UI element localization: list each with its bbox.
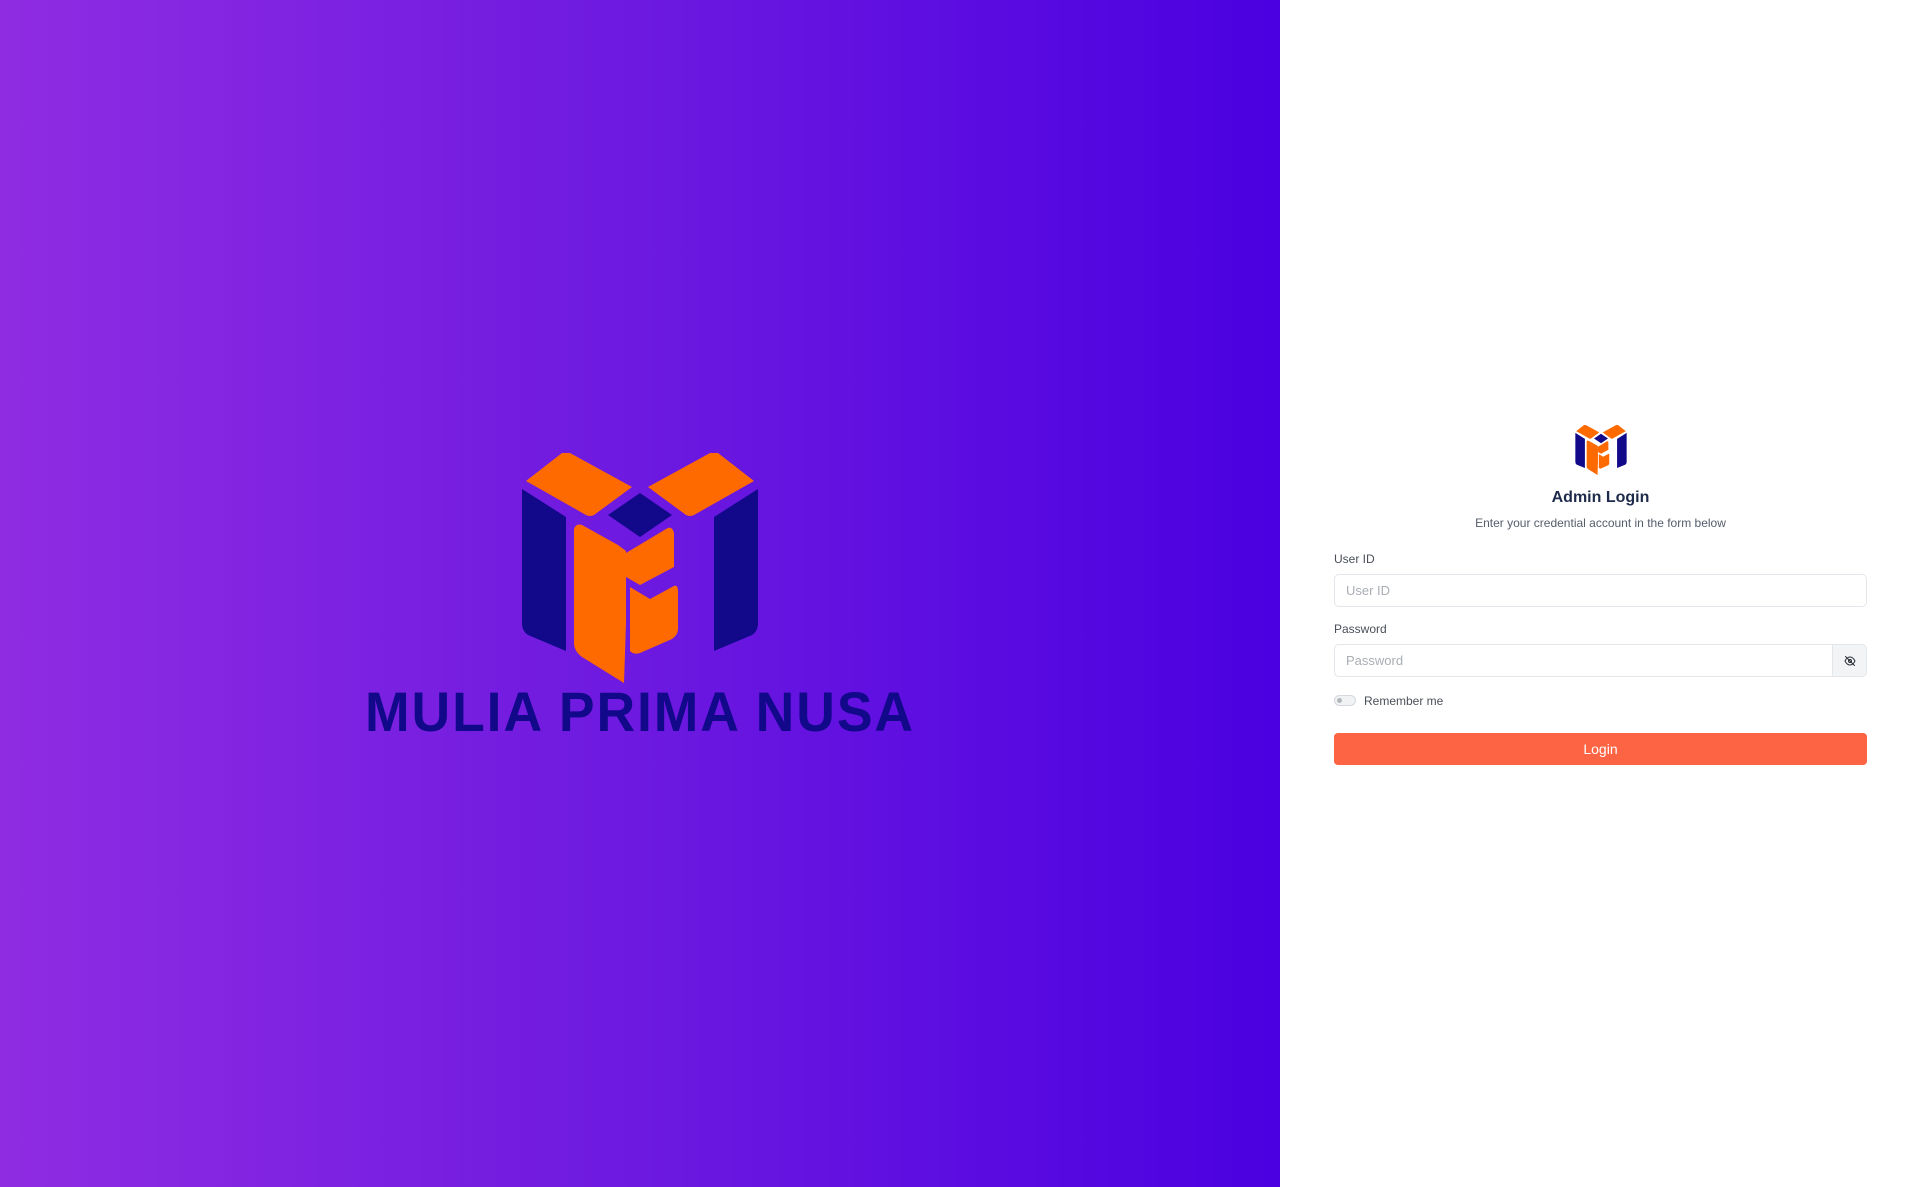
page-title: Admin Login (1551, 489, 1650, 506)
mpn-cube-logo-icon (522, 453, 758, 683)
login-panel: Admin Login Enter your credential accoun… (1280, 0, 1920, 1187)
password-label: Password (1334, 622, 1387, 636)
user-id-input[interactable] (1334, 574, 1867, 607)
eye-off-icon (1844, 655, 1855, 666)
svg-text:MULIA PRIMA NUSA: MULIA PRIMA NUSA (365, 680, 915, 740)
brand-wordmark: MULIA PRIMA NUSA (365, 680, 915, 740)
password-field-group (1334, 644, 1867, 677)
user-id-label: User ID (1334, 552, 1375, 566)
toggle-password-visibility-button[interactable] (1833, 644, 1867, 677)
login-form: Admin Login Enter your credential accoun… (1334, 425, 1867, 765)
remember-me-label: Remember me (1364, 693, 1444, 708)
remember-me-toggle[interactable] (1334, 695, 1356, 706)
mpn-cube-logo-icon (1574, 425, 1627, 475)
login-page: MULIA PRIMA NUSA Admin Login Enter your … (0, 0, 1920, 1187)
brand-panel: MULIA PRIMA NUSA (0, 0, 1280, 1187)
page-subtitle: Enter your credential account in the for… (1475, 516, 1726, 530)
password-input[interactable] (1334, 644, 1833, 677)
toggle-knob (1337, 698, 1342, 703)
remember-me-row: Remember me (1334, 693, 1867, 708)
login-button[interactable]: Login (1334, 733, 1867, 765)
